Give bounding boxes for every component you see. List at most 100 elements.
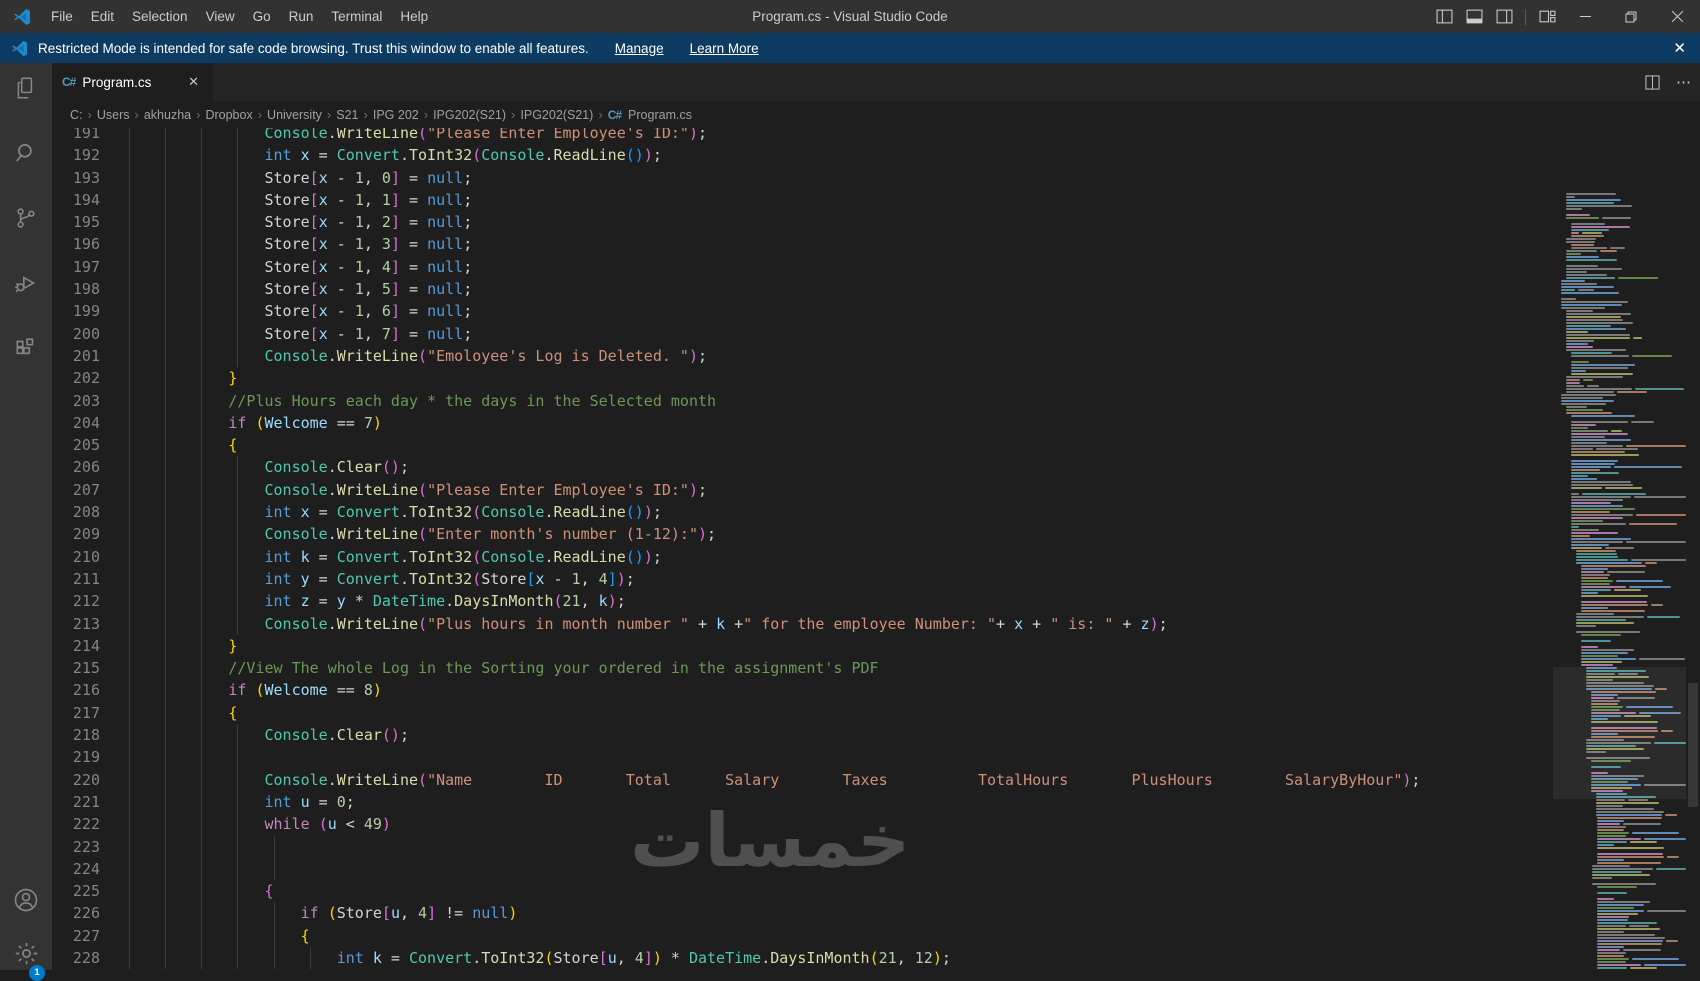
indent-guide bbox=[129, 613, 130, 635]
breadcrumb-item-akhuzha[interactable]: akhuzha bbox=[144, 108, 191, 122]
menu-item-terminal[interactable]: Terminal bbox=[322, 0, 391, 33]
breadcrumb-item-users[interactable]: Users bbox=[97, 108, 130, 122]
indent-guide bbox=[129, 412, 130, 434]
line-content bbox=[120, 836, 265, 858]
menu-item-help[interactable]: Help bbox=[391, 0, 437, 33]
explorer-icon[interactable] bbox=[0, 64, 52, 112]
tab-program-cs[interactable]: C# Program.cs ✕ bbox=[52, 63, 214, 101]
menu-item-view[interactable]: View bbox=[197, 0, 244, 33]
code-editor[interactable]: 191 Console.WriteLine("Please Enter Empl… bbox=[52, 128, 1700, 970]
line-content: { bbox=[120, 702, 237, 724]
indent-guide bbox=[237, 769, 238, 791]
account-icon[interactable] bbox=[0, 876, 52, 924]
indent-guide bbox=[129, 568, 130, 590]
code-line-199: 199 Store[x - 1, 6] = null; bbox=[52, 300, 1700, 322]
indent-guide bbox=[129, 947, 130, 969]
code-line-228: 228 int k = Convert.ToInt32(Store[u, 4])… bbox=[52, 947, 1700, 969]
breadcrumb-item-ipg202-s21[interactable]: IPG202(S21) bbox=[433, 108, 506, 122]
code-line-217: 217 { bbox=[52, 702, 1700, 724]
indent-guide bbox=[165, 590, 166, 612]
code-line-222: 222 while (u < 49) bbox=[52, 813, 1700, 835]
breadcrumb-item-c[interactable]: C: bbox=[70, 108, 83, 122]
line-content: int y = Convert.ToInt32(Store[x - 1, 4])… bbox=[120, 568, 635, 590]
indent-guide bbox=[201, 679, 202, 701]
line-content: int x = Convert.ToInt32(Console.ReadLine… bbox=[120, 501, 662, 523]
indent-guide bbox=[165, 836, 166, 858]
indent-guide bbox=[201, 947, 202, 969]
menu-item-file[interactable]: File bbox=[42, 0, 82, 33]
menu-item-edit[interactable]: Edit bbox=[82, 0, 123, 33]
indent-guide bbox=[129, 702, 130, 724]
line-number: 205 bbox=[52, 434, 120, 456]
breadcrumb-item-s21[interactable]: S21 bbox=[336, 108, 358, 122]
code-line-214: 214 } bbox=[52, 635, 1700, 657]
breadcrumb-item-university[interactable]: University bbox=[267, 108, 322, 122]
breadcrumb-item-ipg202-s21[interactable]: IPG202(S21) bbox=[520, 108, 593, 122]
breadcrumb-separator: › bbox=[364, 107, 368, 122]
indent-guide bbox=[237, 189, 238, 211]
indent-guide bbox=[129, 211, 130, 233]
source-control-icon[interactable] bbox=[0, 194, 52, 242]
indent-guide bbox=[165, 323, 166, 345]
indent-guide bbox=[165, 702, 166, 724]
search-icon[interactable] bbox=[0, 129, 52, 177]
customize-layout-icon[interactable] bbox=[1532, 0, 1562, 33]
toggle-sidebar-icon[interactable] bbox=[1429, 0, 1459, 33]
indent-guide bbox=[201, 791, 202, 813]
manage-link[interactable]: Manage bbox=[615, 41, 664, 56]
indent-guide bbox=[201, 613, 202, 635]
line-number: 218 bbox=[52, 724, 120, 746]
close-window-button[interactable] bbox=[1654, 0, 1700, 33]
indent-guide bbox=[129, 769, 130, 791]
indent-guide bbox=[237, 345, 238, 367]
breadcrumb-separator: › bbox=[88, 107, 92, 122]
line-content: int u = 0; bbox=[120, 791, 355, 813]
line-number: 202 bbox=[52, 367, 120, 389]
learn-more-link[interactable]: Learn More bbox=[690, 41, 759, 56]
split-editor-icon[interactable] bbox=[1636, 75, 1668, 90]
toggle-secondary-sidebar-icon[interactable] bbox=[1489, 0, 1519, 33]
line-content: //Plus Hours each day * the days in the … bbox=[120, 390, 716, 412]
minimap[interactable] bbox=[1553, 193, 1686, 970]
line-number: 221 bbox=[52, 791, 120, 813]
indent-guide bbox=[165, 256, 166, 278]
extensions-icon[interactable] bbox=[0, 325, 52, 373]
minimap-slider[interactable] bbox=[1553, 667, 1686, 799]
code-line-209: 209 Console.WriteLine("Enter month's num… bbox=[52, 523, 1700, 545]
menu-item-go[interactable]: Go bbox=[244, 0, 280, 33]
toggle-panel-icon[interactable] bbox=[1459, 0, 1489, 33]
menu-item-run[interactable]: Run bbox=[280, 0, 323, 33]
settings-badge: 1 bbox=[29, 965, 45, 981]
restore-button[interactable] bbox=[1608, 0, 1654, 33]
tab-close-icon[interactable]: ✕ bbox=[184, 72, 203, 92]
indent-guide bbox=[237, 456, 238, 478]
run-and-debug-icon[interactable] bbox=[0, 259, 52, 307]
breadcrumb-item-ipg-202[interactable]: IPG 202 bbox=[373, 108, 419, 122]
indent-guide bbox=[129, 590, 130, 612]
scrollbar-slider[interactable] bbox=[1688, 683, 1698, 807]
indent-guide bbox=[165, 724, 166, 746]
breadcrumb-separator: › bbox=[258, 107, 262, 122]
indent-guide bbox=[201, 479, 202, 501]
breadcrumb-item-program-cs[interactable]: Program.cs bbox=[628, 108, 692, 122]
vertical-scrollbar[interactable] bbox=[1686, 193, 1700, 970]
banner-close-icon[interactable]: ✕ bbox=[1673, 39, 1686, 57]
indent-guide bbox=[129, 635, 130, 657]
more-actions-icon[interactable]: ⋯ bbox=[1668, 73, 1700, 91]
line-content: Store[x - 1, 0] = null; bbox=[120, 167, 472, 189]
breadcrumb-item-dropbox[interactable]: Dropbox bbox=[205, 108, 252, 122]
indent-guide bbox=[165, 211, 166, 233]
line-number: 194 bbox=[52, 189, 120, 211]
indent-guide bbox=[129, 434, 130, 456]
indent-guide bbox=[237, 746, 238, 768]
indent-guide bbox=[237, 590, 238, 612]
menu-bar: FileEditSelectionViewGoRunTerminalHelp bbox=[42, 0, 437, 33]
indent-guide bbox=[165, 189, 166, 211]
activity-bar: 1 bbox=[0, 63, 52, 970]
indent-guide bbox=[237, 300, 238, 322]
indent-guide bbox=[165, 902, 166, 924]
menu-item-selection[interactable]: Selection bbox=[123, 0, 197, 33]
indent-guide bbox=[201, 233, 202, 255]
indent-guide bbox=[201, 657, 202, 679]
minimize-button[interactable] bbox=[1562, 0, 1608, 33]
